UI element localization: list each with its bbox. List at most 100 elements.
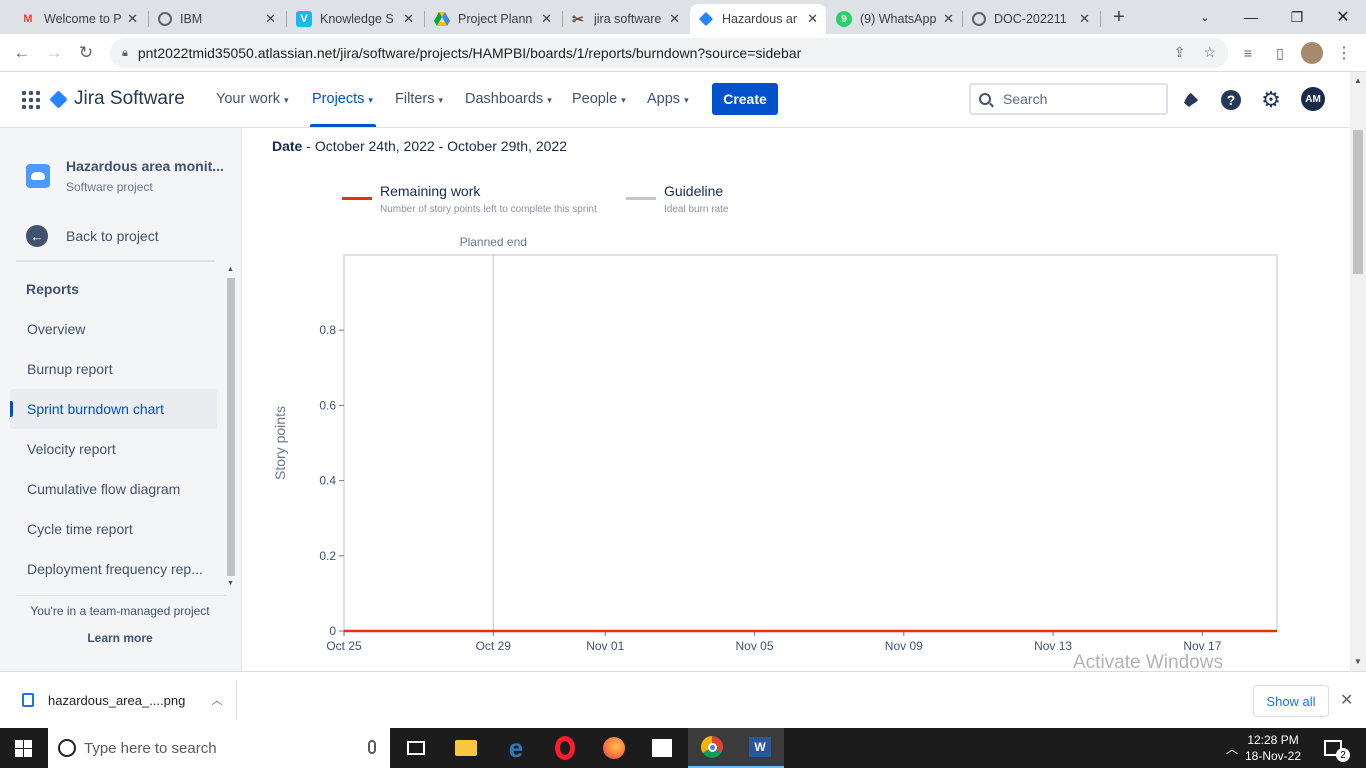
team-managed-note: You're in a team-managed project xyxy=(30,604,210,618)
back-to-project-link[interactable]: ← Back to project xyxy=(26,225,159,247)
close-download-bar-icon[interactable]: ✕ xyxy=(1340,690,1353,710)
nav-apps[interactable]: Apps ▾ xyxy=(647,91,689,107)
tools-icon: ✂ xyxy=(572,10,584,27)
tab-knowledge[interactable]: V Knowledge S ✕ xyxy=(288,4,422,34)
chevron-down-icon: ▾ xyxy=(684,95,689,105)
file-explorer-icon[interactable] xyxy=(442,728,490,768)
jira-logo[interactable]: Jira Software xyxy=(49,88,185,110)
help-icon[interactable]: ? xyxy=(1219,88,1243,112)
profile-avatar[interactable] xyxy=(1300,41,1324,65)
learn-more-link[interactable]: Learn more xyxy=(0,631,240,645)
close-tab-icon[interactable]: ✕ xyxy=(541,11,552,27)
close-tab-icon[interactable]: ✕ xyxy=(807,11,818,27)
tab-gmail[interactable]: M Welcome to P ✕ xyxy=(12,4,146,34)
firefox-icon[interactable] xyxy=(590,728,638,768)
close-tab-icon[interactable]: ✕ xyxy=(265,11,276,27)
globe-icon xyxy=(972,12,986,26)
scroll-up-icon[interactable]: ▲ xyxy=(227,266,234,273)
windows-start-icon[interactable] xyxy=(15,740,32,757)
y-tick-label: 0.4 xyxy=(319,474,336,488)
taskbar-clock[interactable]: 12:28 PM 18-Nov-22 xyxy=(1245,732,1301,764)
browser-menu-icon[interactable]: ⋮ xyxy=(1332,41,1356,65)
scroll-down-icon[interactable]: ▼ xyxy=(227,580,234,587)
word-icon[interactable]: W xyxy=(736,728,784,768)
page-scrollbar[interactable]: ▲ ▼ xyxy=(1350,72,1366,671)
app-switcher-icon[interactable] xyxy=(22,91,40,109)
url-input[interactable]: 🔒︎ pnt2022tmid35050.atlassian.net/jira/s… xyxy=(110,38,1228,68)
search-input[interactable]: Search xyxy=(969,83,1168,115)
nav-filters[interactable]: Filters ▾ xyxy=(395,91,443,107)
share-icon[interactable]: ⇪ xyxy=(1174,44,1186,61)
tab-divider xyxy=(148,11,149,27)
notification-center-icon[interactable]: 2 xyxy=(1324,728,1350,768)
opera-icon[interactable] xyxy=(541,728,589,768)
tab-ibm[interactable]: IBM ✕ xyxy=(150,4,284,34)
sidebar-item-burnup-report[interactable]: Burnup report xyxy=(10,349,217,389)
tab-title: (9) WhatsApp xyxy=(860,12,937,26)
task-view-icon[interactable] xyxy=(392,728,440,768)
tab-project-planning[interactable]: Project Plann ✕ xyxy=(426,4,560,34)
sidebar-item-overview[interactable]: Overview xyxy=(10,309,217,349)
sidebar-item-cumulative-flow-diagram[interactable]: Cumulative flow diagram xyxy=(10,469,217,509)
create-button[interactable]: Create xyxy=(712,83,778,115)
close-tab-icon[interactable]: ✕ xyxy=(943,11,954,27)
tab-hazardous-area[interactable]: Hazardous ar ✕ xyxy=(690,4,826,34)
tab-divider xyxy=(424,11,425,27)
close-tab-icon[interactable]: ✕ xyxy=(1079,11,1090,27)
user-avatar[interactable]: AM xyxy=(1301,87,1325,111)
sidebar-item-sprint-burndown-chart[interactable]: Sprint burndown chart xyxy=(10,389,217,429)
reading-list-icon[interactable]: ≡ xyxy=(1236,41,1260,65)
nav-your-work[interactable]: Your work ▾ xyxy=(216,91,289,107)
notifications-icon[interactable] xyxy=(1179,88,1203,112)
chrome-icon[interactable] xyxy=(688,728,736,768)
y-tick-label: 0.2 xyxy=(319,549,336,563)
show-all-button[interactable]: Show all xyxy=(1253,685,1329,717)
sidebar-scrollbar[interactable]: ▲ ▼ xyxy=(225,264,237,592)
minimize-button[interactable]: — xyxy=(1228,0,1274,34)
sidebar-item-cycle-time-report[interactable]: Cycle time report xyxy=(10,509,217,549)
download-item[interactable]: hazardous_area_....png ︿ xyxy=(22,692,222,708)
sidebar-scroll-thumb[interactable] xyxy=(227,278,235,576)
nav-label: People xyxy=(572,91,618,107)
side-panel-icon[interactable]: ▯ xyxy=(1268,41,1292,65)
forward-arrow-icon[interactable]: → xyxy=(42,41,66,65)
drive-icon xyxy=(434,11,450,27)
search-icon xyxy=(979,93,991,105)
close-tab-icon[interactable]: ✕ xyxy=(403,11,414,27)
tab-title: IBM xyxy=(180,12,203,26)
tab-search-chevron-icon[interactable]: ⌄ xyxy=(1182,0,1228,34)
settings-gear-icon[interactable]: ⚙ xyxy=(1259,87,1283,112)
tab-whatsapp[interactable]: 9 (9) WhatsApp ✕ xyxy=(828,4,962,34)
close-window-button[interactable]: ✕ xyxy=(1320,0,1366,34)
y-axis-label: Story points xyxy=(272,406,288,480)
scroll-down-icon[interactable]: ▼ xyxy=(1354,657,1362,666)
search-placeholder: Search xyxy=(1003,91,1048,107)
bookmark-star-icon[interactable]: ☆ xyxy=(1203,44,1216,61)
sidebar-item-deployment-frequency[interactable]: Deployment frequency rep... xyxy=(10,549,217,589)
store-icon[interactable] xyxy=(638,728,686,768)
tab-title: Knowledge S xyxy=(320,12,394,26)
nav-people[interactable]: People ▾ xyxy=(572,91,626,107)
back-arrow-icon[interactable]: ← xyxy=(10,41,34,65)
tab-doc[interactable]: DOC-202211 ✕ xyxy=(964,4,1098,34)
microphone-icon[interactable] xyxy=(368,740,376,754)
page-scroll-thumb[interactable] xyxy=(1353,130,1363,274)
new-tab-button[interactable]: + xyxy=(1096,0,1142,34)
close-tab-icon[interactable]: ✕ xyxy=(669,11,680,27)
edge-icon[interactable]: e xyxy=(492,728,540,768)
close-tab-icon[interactable]: ✕ xyxy=(127,11,138,27)
nav-dashboards[interactable]: Dashboards ▾ xyxy=(465,91,552,107)
reload-icon[interactable]: ↻ xyxy=(74,41,98,65)
download-filename: hazardous_area_....png xyxy=(48,692,186,708)
tray-chevron-up-icon[interactable]: ︿ xyxy=(1226,728,1238,768)
taskbar-search-input[interactable]: Type here to search xyxy=(48,728,390,768)
tab-jira-software[interactable]: ✂ jira software a ✕ xyxy=(562,4,688,34)
x-tick-label: Oct 29 xyxy=(476,639,512,653)
sidebar-item-velocity-report[interactable]: Velocity report xyxy=(10,429,217,469)
scroll-up-icon[interactable]: ▲ xyxy=(1354,76,1362,85)
project-header[interactable]: Hazardous area monit... Software project xyxy=(26,158,224,194)
maximize-button[interactable]: ❐ xyxy=(1274,0,1320,34)
vimeo-icon: V xyxy=(296,11,312,27)
nav-projects[interactable]: Projects ▾ xyxy=(312,91,373,107)
chevron-up-icon[interactable]: ︿ xyxy=(211,692,222,708)
